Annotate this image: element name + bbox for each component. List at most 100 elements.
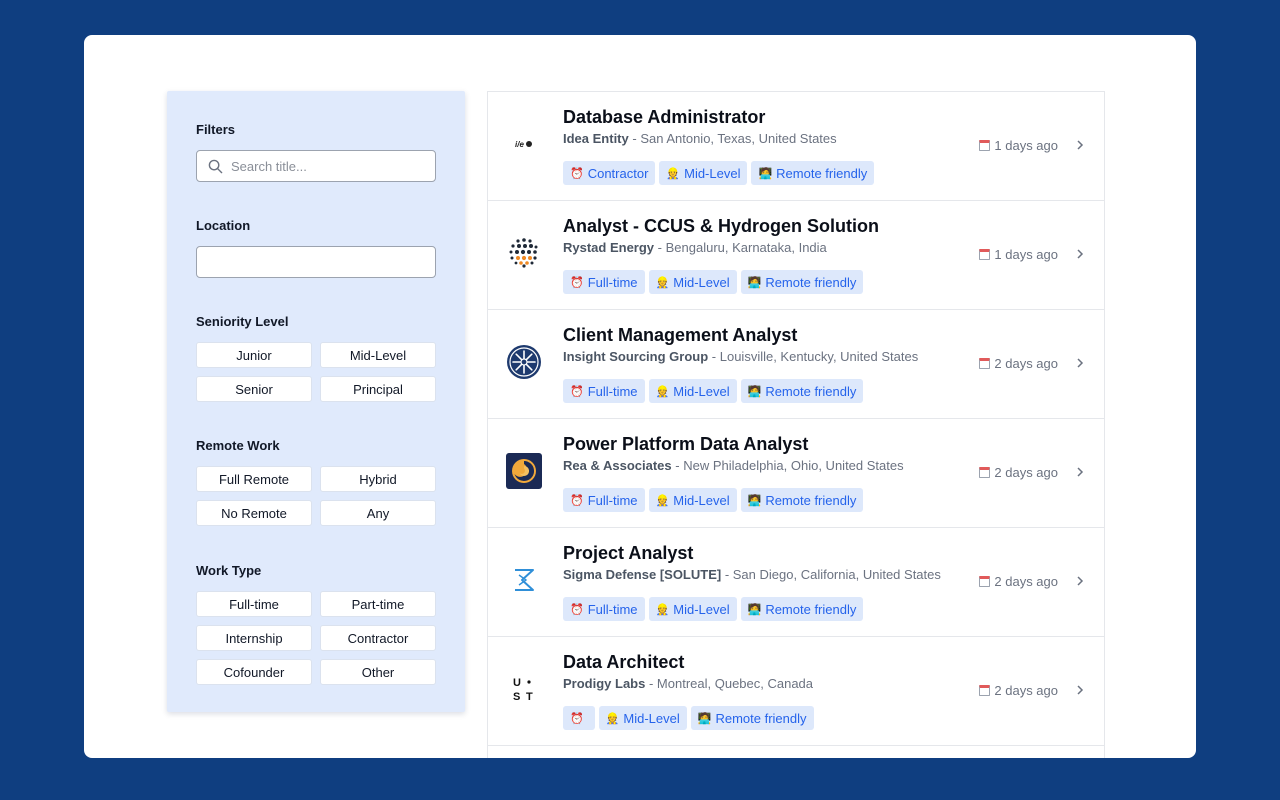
chevron-right-icon[interactable] [1074, 683, 1086, 697]
worktype-contractor-button[interactable]: Contractor [320, 625, 436, 651]
job-tags: ⏰ Full-time 👷 Mid-Level 🧑‍💻 Remote friendly [563, 488, 864, 512]
job-card[interactable]: Analyst - CCUS & Hydrogen Solution Rysta… [488, 201, 1104, 310]
worktype-internship-button[interactable]: Internship [196, 625, 312, 651]
tag-label: Contractor [587, 165, 649, 181]
filters-title: Filters [196, 122, 236, 137]
job-company-location: Prodigy Labs - Montreal, Quebec, Canada [563, 676, 814, 691]
remote-work-title: Remote Work [196, 438, 280, 453]
job-card[interactable]: i/e Database Administrator Idea Entity -… [488, 92, 1104, 201]
posted-label: 1 days ago [994, 138, 1058, 153]
job-tags: ⏰ Contractor 👷 Mid-Level 🧑‍💻 Remote friendl… [563, 161, 875, 185]
seniority-title: Seniority Level [196, 314, 289, 329]
job-title: Analyst - CCUS & Hydrogen Solution [563, 216, 880, 236]
job-tag: ⏰ Full-time [563, 488, 645, 512]
job-card[interactable]: U S T Data Architect Prodigy Labs - Mont… [488, 637, 1104, 746]
job-card[interactable]: Power Platform Data Analyst Rea & Associ… [488, 419, 1104, 528]
posted-label: 2 days ago [994, 683, 1058, 698]
job-company-location: Rystad Energy - Bengaluru, Karnataka, In… [563, 240, 827, 255]
job-tags: ⏰ Full-time 👷 Mid-Level 🧑‍💻 Remote friendly [563, 379, 864, 403]
worktype-full-time-button[interactable]: Full-time [196, 591, 312, 617]
svg-text:i/e: i/e [515, 140, 524, 149]
app-window: Filters Search title... Location Seniori… [84, 35, 1196, 758]
chevron-right-icon[interactable] [1074, 138, 1086, 152]
job-tag: 👷 Mid-Level [648, 488, 737, 512]
tag-label: Mid-Level [623, 710, 680, 726]
job-list: i/e Database Administrator Idea Entity -… [487, 91, 1105, 758]
job-tag: 👷 Mid-Level [648, 270, 737, 294]
hard-hat-icon: 👷 [655, 276, 670, 289]
seniority-junior-button[interactable]: Junior [196, 342, 312, 368]
worktype-part-time-button[interactable]: Part-time [320, 591, 436, 617]
job-card[interactable]: Client Management Analyst Insight Sourci… [488, 310, 1104, 419]
job-company: Rystad Energy [563, 240, 655, 255]
job-tag: 👷 Mid-Level [598, 706, 687, 730]
job-company-location: Idea Entity - San Antonio, Texas, United… [563, 131, 837, 146]
job-card[interactable]: Project Analyst Sigma Defense [SOLUTE] -… [488, 528, 1104, 637]
location-title: Location [196, 218, 251, 233]
alarm-clock-icon: ⏰ [570, 385, 584, 398]
seniority-principal-button[interactable]: Principal [320, 376, 436, 402]
hard-hat-icon: 👷 [655, 494, 670, 507]
posted-label: 2 days ago [994, 356, 1058, 371]
job-title: Power Platform Data Analyst [563, 434, 809, 454]
job-tag: 🧑‍💻 Remote friendly [740, 488, 864, 512]
tag-label: Mid-Level [684, 165, 741, 181]
worktype-other-button[interactable]: Other [320, 659, 436, 685]
search-input[interactable]: Search title... [196, 150, 436, 182]
chevron-right-icon[interactable] [1074, 574, 1086, 588]
job-posted: 2 days ago [979, 356, 1058, 371]
job-location: Montreal, Quebec, Canada [656, 676, 814, 691]
calendar-icon [979, 140, 991, 151]
remote-no-remote-button[interactable]: No Remote [196, 500, 312, 526]
tag-label: Mid-Level [673, 383, 730, 399]
remote-worker-icon: 🧑‍💻 [747, 494, 762, 507]
remote-full-remote-button[interactable]: Full Remote [196, 466, 312, 492]
calendar-icon [979, 249, 991, 260]
remote-any-button[interactable]: Any [320, 500, 436, 526]
tag-label: Remote friendly [765, 383, 857, 399]
job-tag: 👷 Mid-Level [648, 597, 737, 621]
sigma-defense-logo [504, 560, 544, 600]
tag-label: Remote friendly [765, 492, 857, 508]
alarm-clock-icon: ⏰ [570, 712, 584, 725]
seniority-mid-level-button[interactable]: Mid-Level [320, 342, 436, 368]
job-tag: ⏰ Full-time [563, 597, 645, 621]
location-input[interactable] [196, 246, 436, 278]
chevron-right-icon[interactable] [1074, 247, 1086, 261]
idea-entity-logo: i/e [504, 124, 544, 164]
seniority-options: Junior Mid-Level Senior Principal [196, 342, 436, 402]
remote-worker-icon: 🧑‍💻 [747, 385, 762, 398]
job-location: San Diego, California, United States [732, 567, 941, 582]
tag-label: Full-time [587, 601, 638, 617]
tag-label: Full-time [587, 383, 638, 399]
job-company-location: Sigma Defense [SOLUTE] - San Diego, Cali… [563, 567, 941, 582]
job-tag: ⏰ Full-time [563, 270, 645, 294]
job-tag: ⏰ Full-time [563, 379, 645, 403]
job-company: Insight Sourcing Group [563, 349, 709, 364]
job-posted: 1 days ago [979, 247, 1058, 262]
tag-label: Mid-Level [673, 492, 730, 508]
job-title: Data Architect [563, 652, 685, 672]
job-title: Client Management Analyst [563, 325, 798, 345]
rea-associates-logo [504, 451, 544, 491]
hard-hat-icon: 👷 [655, 385, 670, 398]
tag-label: Remote friendly [765, 274, 857, 290]
job-location: San Antonio, Texas, United States [640, 131, 837, 146]
tag-label: Full-time [587, 492, 638, 508]
alarm-clock-icon: ⏰ [570, 276, 584, 289]
tag-label: Mid-Level [673, 601, 730, 617]
posted-label: 2 days ago [994, 465, 1058, 480]
seniority-senior-button[interactable]: Senior [196, 376, 312, 402]
calendar-icon [979, 467, 991, 478]
rystad-energy-logo [504, 233, 544, 273]
remote-worker-icon: 🧑‍💻 [758, 167, 773, 180]
remote-hybrid-button[interactable]: Hybrid [320, 466, 436, 492]
job-location: Louisville, Kentucky, United States [719, 349, 919, 364]
posted-label: 2 days ago [994, 574, 1058, 589]
chevron-right-icon[interactable] [1074, 356, 1086, 370]
chevron-right-icon[interactable] [1074, 465, 1086, 479]
alarm-clock-icon: ⏰ [570, 603, 584, 616]
worktype-cofounder-button[interactable]: Cofounder [196, 659, 312, 685]
search-placeholder: Search title... [231, 158, 307, 174]
ust-logo: U S T [504, 669, 544, 709]
